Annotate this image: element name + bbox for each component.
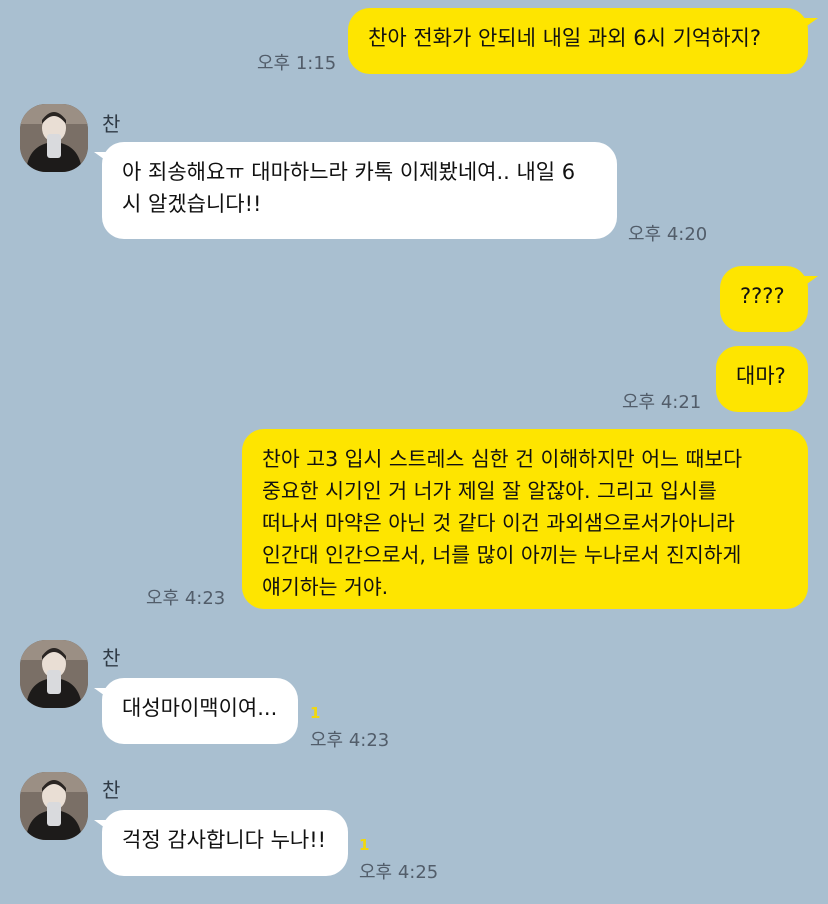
message-timestamp: 오후 4:21 — [622, 392, 702, 413]
my-message-bubble[interactable]: ???? — [720, 266, 808, 332]
their-message-bubble[interactable]: 걱정 감사합니다 누나!! — [102, 810, 348, 876]
unread-count: 1 — [359, 836, 370, 854]
unread-count: 1 — [310, 704, 321, 722]
bubble-tail — [804, 18, 818, 28]
my-message-bubble[interactable]: 찬아 고3 입시 스트레스 심한 건 이해하지만 어느 때보다 중요한 시기인 … — [242, 429, 808, 609]
sender-name: 찬 — [102, 778, 121, 802]
message-timestamp: 오후 4:25 — [359, 862, 439, 883]
profile-photo-icon — [20, 104, 88, 172]
my-message-bubble[interactable]: 대마? — [716, 346, 808, 412]
message-timestamp: 오후 4:23 — [146, 588, 226, 609]
sender-name: 찬 — [102, 646, 121, 670]
avatar[interactable] — [20, 104, 88, 172]
profile-photo-icon — [20, 640, 88, 708]
bubble-tail — [804, 276, 818, 286]
message-timestamp: 오후 4:20 — [628, 224, 708, 245]
avatar[interactable] — [20, 640, 88, 708]
message-timestamp: 오후 4:23 — [310, 730, 390, 751]
profile-photo-icon — [20, 772, 88, 840]
message-timestamp: 오후 1:15 — [257, 53, 337, 74]
avatar[interactable] — [20, 772, 88, 840]
sender-name: 찬 — [102, 112, 121, 136]
my-message-bubble[interactable]: 찬아 전화가 안되네 내일 과외 6시 기억하지? — [348, 8, 808, 74]
their-message-bubble[interactable]: 아 죄송해요ㅠ 대마하느라 카톡 이제봤네여.. 내일 6 시 알겠습니다!! — [102, 142, 617, 239]
their-message-bubble[interactable]: 대성마이맥이여... — [102, 678, 298, 744]
